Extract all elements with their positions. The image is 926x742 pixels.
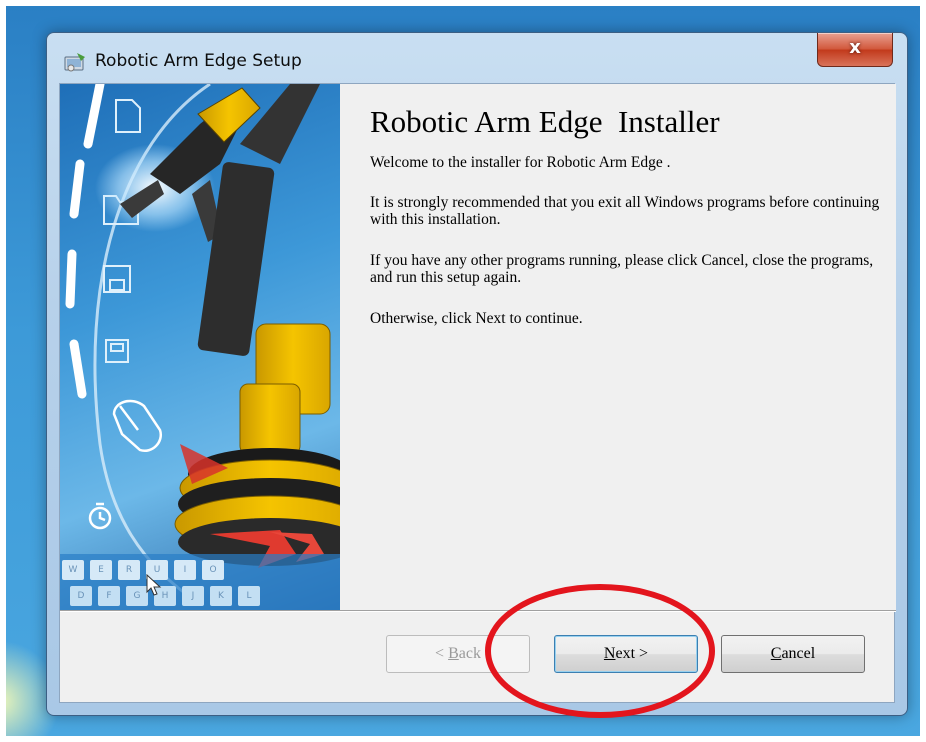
back-button-prefix: < — [435, 645, 449, 662]
footer-separator — [60, 610, 896, 612]
welcome-panel: Robotic Arm Edge Installer Welcome to th… — [340, 84, 896, 610]
close-button[interactable]: x — [817, 33, 893, 67]
key-cap: G — [126, 586, 148, 606]
key-cap: I — [174, 560, 196, 580]
keyboard-keys: W E R U I O D F G H J K L — [60, 560, 340, 610]
mouse-icon — [112, 399, 163, 453]
key-cap: L — [238, 586, 260, 606]
cancel-button-mnemonic: C — [770, 645, 782, 662]
next-button[interactable]: Next > — [554, 635, 698, 673]
key-cap: E — [90, 560, 112, 580]
setup-app-icon — [64, 53, 85, 72]
recommend-text: It is strongly recommended that you exit… — [370, 194, 880, 228]
save-icon — [103, 265, 131, 293]
window-title: Robotic Arm Edge Setup — [95, 51, 302, 71]
continue-instruction-text: Otherwise, click Next to continue. — [370, 310, 583, 327]
installer-heading: Robotic Arm Edge Installer — [370, 104, 720, 139]
setup-window: Robotic Arm Edge Setup x W E R U I O D F… — [46, 32, 908, 716]
cancel-button[interactable]: Cancel — [721, 635, 865, 673]
installer-content: W E R U I O D F G H J K L Robotic Arm Ed… — [59, 83, 896, 703]
title-bar[interactable]: Robotic Arm Edge Setup x — [47, 33, 907, 81]
mouse-pointer-icon — [146, 574, 162, 596]
key-cap: J — [182, 586, 204, 606]
back-button-mnemonic: B — [448, 645, 459, 662]
back-button[interactable]: < Back — [386, 635, 530, 673]
cancel-button-label-rest: ancel — [781, 645, 816, 662]
floppy-icon — [105, 339, 129, 363]
next-button-mnemonic: N — [603, 645, 616, 662]
key-cap: R — [118, 560, 140, 580]
document-icon — [115, 99, 141, 133]
next-button-label-rest: ext > — [615, 645, 649, 662]
key-cap: F — [98, 586, 120, 606]
key-cap: K — [210, 586, 232, 606]
key-cap: D — [70, 586, 92, 606]
key-cap: W — [62, 560, 84, 580]
banner-artwork — [60, 84, 340, 610]
timer-icon — [88, 502, 112, 530]
welcome-text: Welcome to the installer for Robotic Arm… — [370, 154, 671, 171]
back-button-label-rest: ack — [458, 645, 481, 662]
robotic-arm-banner-image: W E R U I O D F G H J K L — [60, 84, 340, 610]
other-programs-text: If you have any other programs running, … — [370, 252, 874, 286]
key-cap: O — [202, 560, 224, 580]
